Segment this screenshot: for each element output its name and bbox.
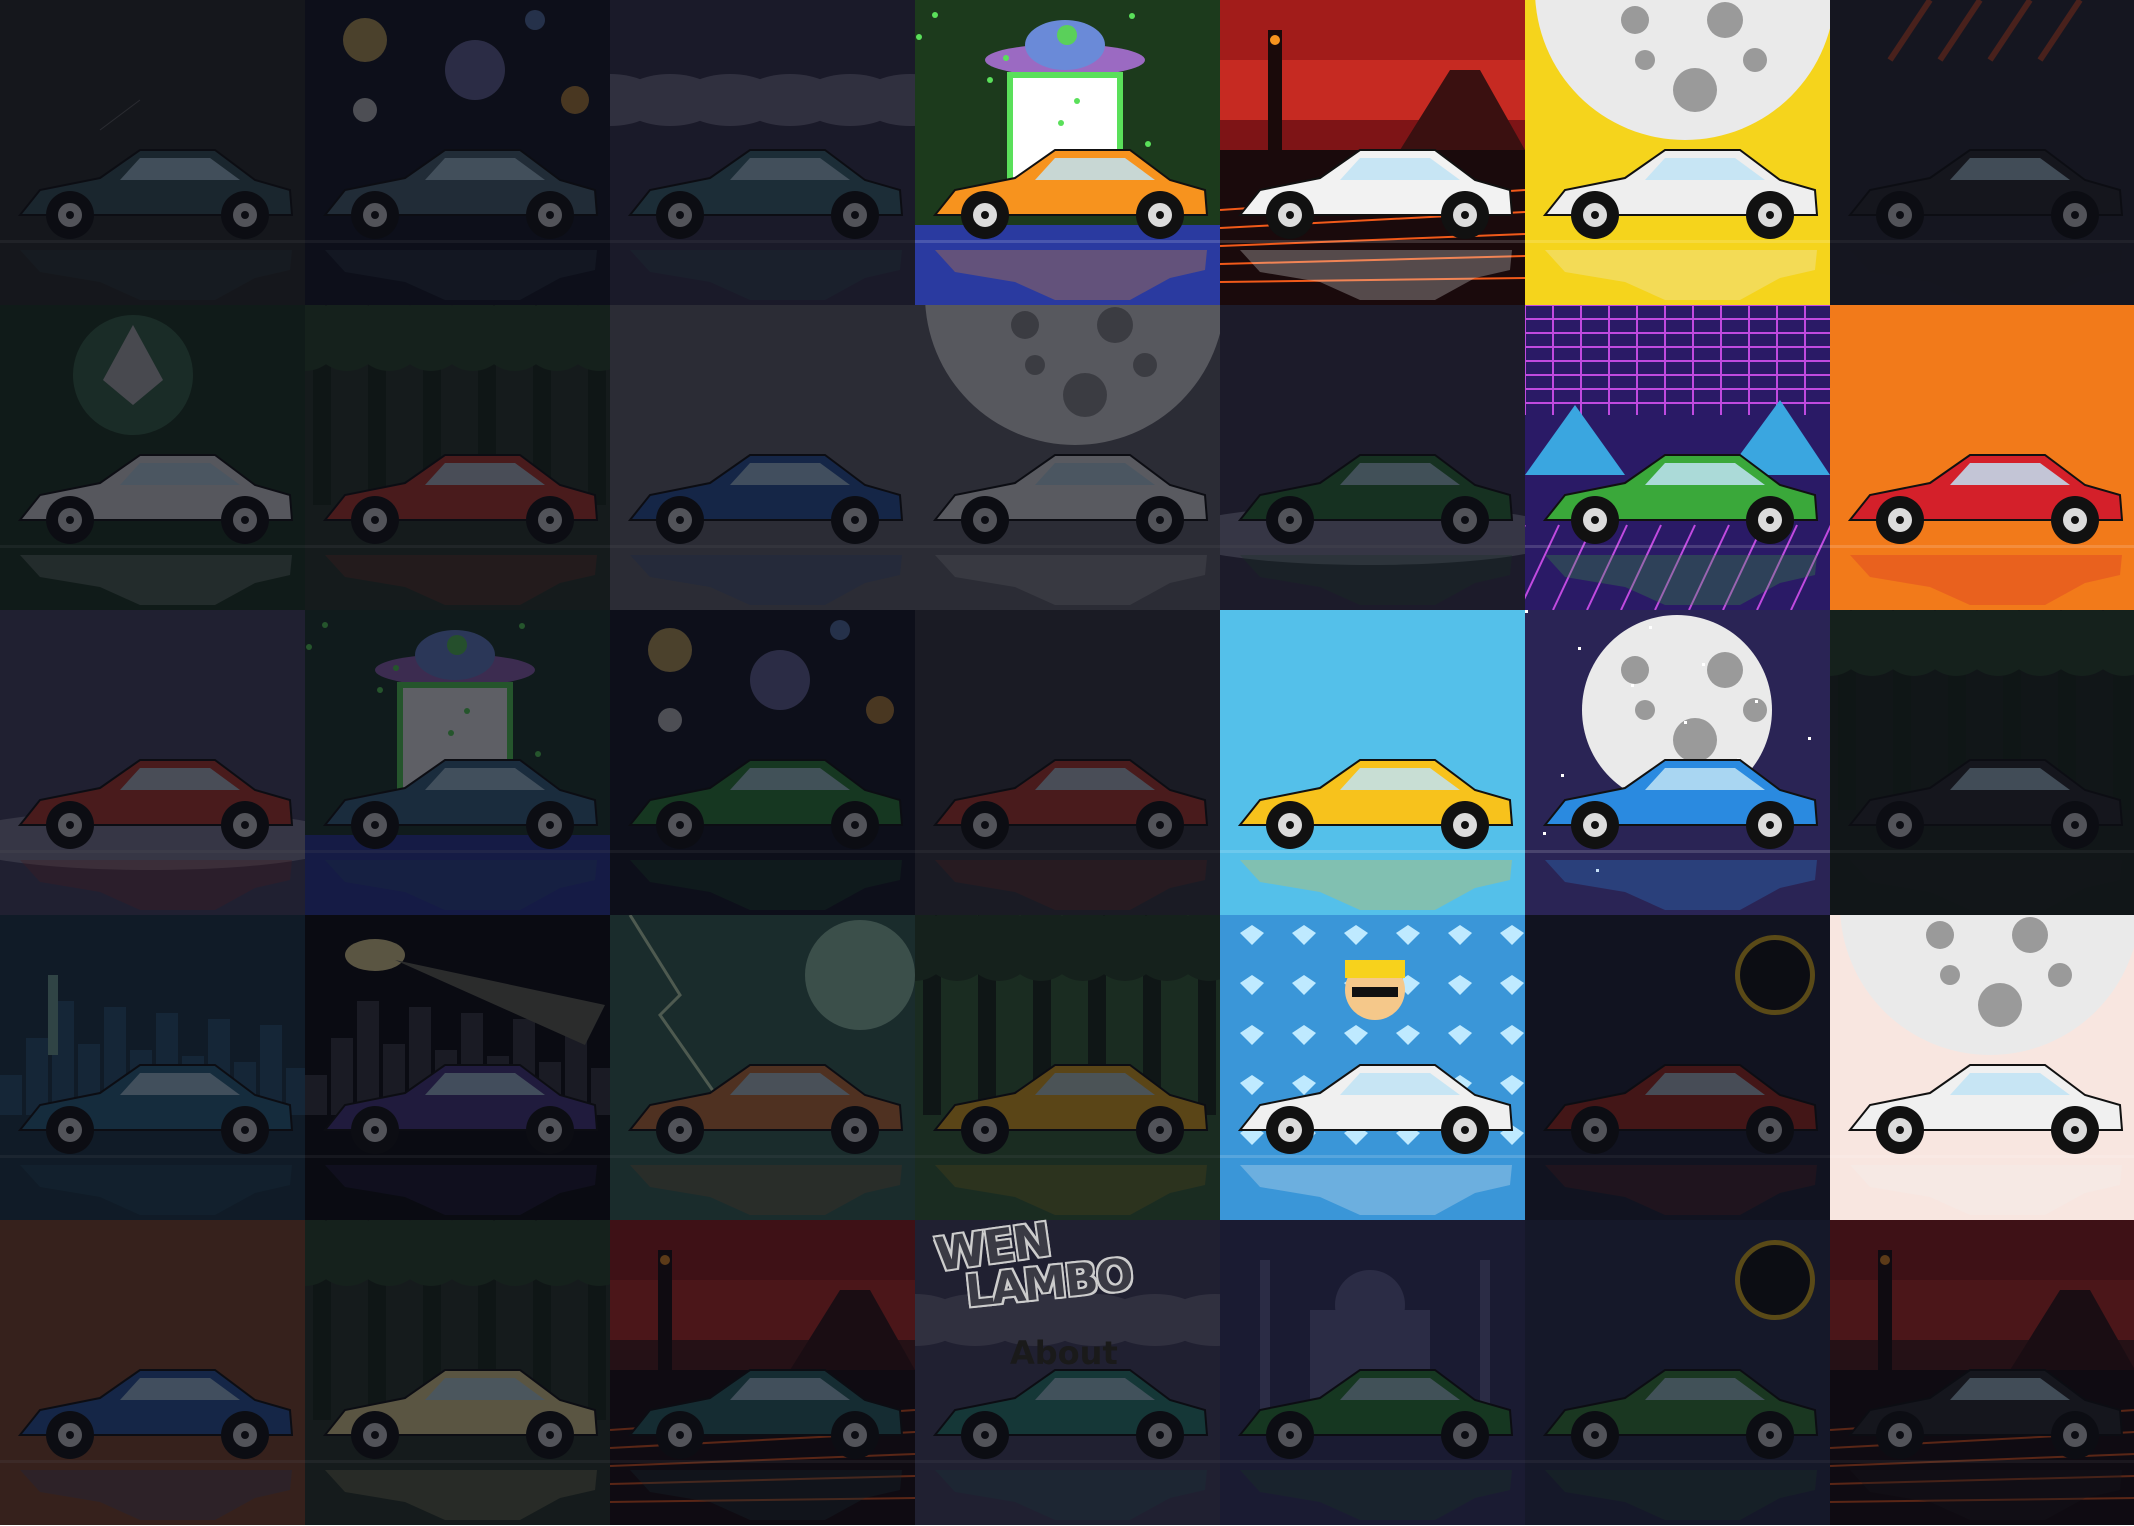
lambo-car-icon [1847, 454, 2124, 544]
nft-artwork [0, 1369, 305, 1520]
lambo-car-icon [932, 1369, 1209, 1459]
lambo-car-icon [322, 149, 599, 239]
nft-tile-r3c7[interactable] [1830, 610, 2134, 915]
nft-tile-r1c6[interactable] [1525, 0, 1830, 305]
nft-artwork [1830, 454, 2134, 605]
nft-artwork [610, 620, 915, 910]
nft-tile-r4c1[interactable] [0, 915, 305, 1220]
nft-tile-r2c5[interactable] [1220, 305, 1525, 610]
lambo-car-icon [1847, 759, 2124, 849]
nft-artwork [610, 74, 915, 300]
nft-tile-r5c5[interactable] [1220, 1220, 1525, 1525]
nft-artwork [1525, 610, 1830, 910]
nft-artwork [1220, 759, 1525, 910]
nft-tile-r2c6[interactable] [1525, 305, 1830, 610]
nft-artwork [1525, 0, 1830, 300]
nft-tile-r3c5[interactable] [1220, 610, 1525, 915]
nft-tile-r5c3[interactable] [610, 1220, 915, 1525]
nft-tile-r3c6[interactable] [1525, 610, 1830, 915]
lambo-car-icon [1847, 149, 2124, 239]
lambo-car-icon [1542, 149, 1819, 239]
nft-artwork [1830, 915, 2134, 1215]
nft-artwork [305, 1220, 610, 1520]
nft-artwork [1220, 454, 1525, 605]
lambo-car-icon [627, 149, 904, 239]
lambo-car-icon [1542, 1064, 1819, 1154]
nft-artwork [1830, 1220, 2134, 1525]
nft-tile-r2c1[interactable] [0, 305, 305, 610]
nft-artwork [0, 759, 305, 910]
nft-artwork [915, 915, 1220, 1215]
nft-artwork [1830, 610, 2134, 910]
lambo-car-icon [17, 1369, 294, 1459]
lambo-car-icon [932, 454, 1209, 544]
nft-tile-r2c3[interactable] [610, 305, 915, 610]
nft-artwork [1830, 0, 2134, 300]
nft-artwork [610, 915, 915, 1215]
nft-tile-r4c3[interactable] [610, 915, 915, 1220]
nft-artwork [1525, 1240, 1830, 1520]
nft-tile-r1c3[interactable] [610, 0, 915, 305]
nft-tile-r4c4[interactable] [915, 915, 1220, 1220]
lambo-car-icon [627, 759, 904, 849]
lambo-car-icon [17, 149, 294, 239]
nft-tile-r2c2[interactable] [305, 305, 610, 610]
nft-artwork [305, 10, 610, 300]
lambo-car-icon [1542, 1369, 1819, 1459]
nft-tile-r4c6[interactable] [1525, 915, 1830, 1220]
lambo-car-icon [932, 1064, 1209, 1154]
lambo-car-icon [627, 1064, 904, 1154]
nft-artwork [0, 315, 305, 605]
nft-artwork [1220, 0, 1525, 305]
nft-artwork [305, 305, 610, 605]
nft-tile-r3c3[interactable] [610, 610, 915, 915]
nft-tile-r1c1[interactable] [0, 0, 305, 305]
about-link[interactable]: About [1010, 1334, 1118, 1372]
nft-artwork [610, 454, 915, 605]
nft-artwork [1525, 305, 1830, 610]
lambo-car-icon [627, 454, 904, 544]
lambo-car-icon [322, 1369, 599, 1459]
nft-tile-r1c5[interactable] [1220, 0, 1525, 305]
nft-artwork [0, 975, 305, 1215]
nft-artwork [0, 99, 305, 300]
lambo-car-icon [1237, 1369, 1514, 1459]
lambo-car-icon [17, 454, 294, 544]
nft-tile-r3c4[interactable] [915, 610, 1220, 915]
nft-artwork [915, 759, 1220, 910]
nft-artwork [1220, 1260, 1525, 1520]
nft-tile-r5c1[interactable] [0, 1220, 305, 1525]
nft-artwork [915, 12, 1220, 305]
nft-tile-r3c1[interactable] [0, 610, 305, 915]
nft-artwork [1220, 925, 1525, 1215]
nft-tile-r5c2[interactable] [305, 1220, 610, 1525]
nft-artwork [305, 939, 610, 1215]
nft-artwork [610, 1220, 915, 1525]
nft-tile-r2c7[interactable] [1830, 305, 2134, 610]
lambo-car-icon [932, 759, 1209, 849]
nft-artwork [1525, 935, 1830, 1215]
lambo-car-icon [1237, 1064, 1514, 1154]
nft-tile-r5c6[interactable] [1525, 1220, 1830, 1525]
nft-tile-r1c7[interactable] [1830, 0, 2134, 305]
nft-tile-r4c5[interactable] [1220, 915, 1525, 1220]
nft-tile-r5c7[interactable] [1830, 1220, 2134, 1525]
nft-artwork [305, 622, 610, 915]
nft-tile-r3c2[interactable] [305, 610, 610, 915]
lambo-car-icon [1237, 759, 1514, 849]
nft-tile-r4c2[interactable] [305, 915, 610, 1220]
nft-tile-r1c2[interactable] [305, 0, 610, 305]
lambo-car-icon [322, 454, 599, 544]
nft-tile-r2c4[interactable] [915, 305, 1220, 610]
nft-tile-r4c7[interactable] [1830, 915, 2134, 1220]
lambo-car-icon [1542, 759, 1819, 849]
nft-tile-r1c4[interactable] [915, 0, 1220, 305]
nft-artwork [915, 305, 1220, 605]
lambo-car-icon [1847, 1064, 2124, 1154]
